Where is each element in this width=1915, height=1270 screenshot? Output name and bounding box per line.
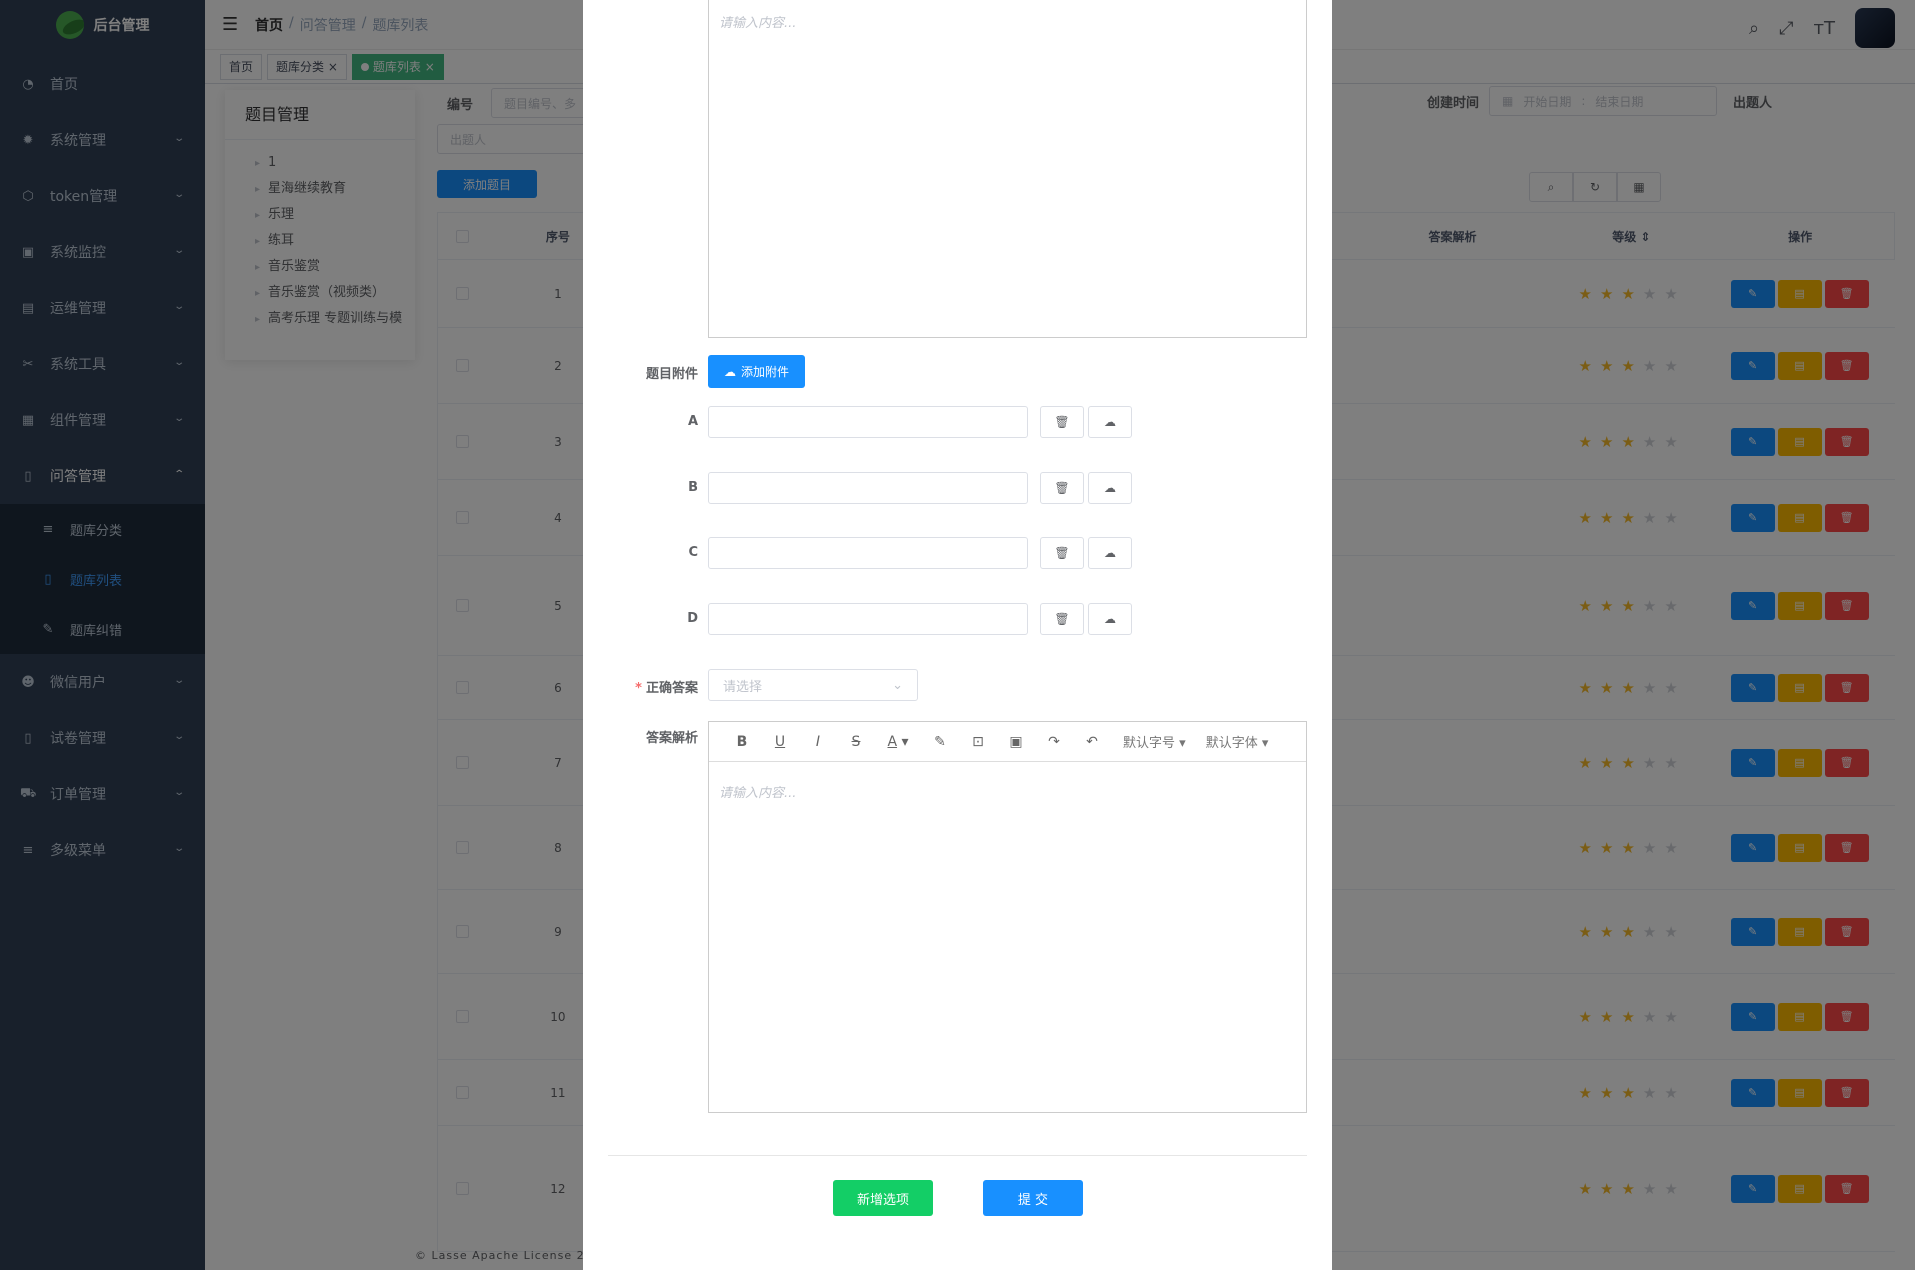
cloud-upload-icon: ☁ <box>1104 612 1116 626</box>
strikethrough-icon[interactable]: S <box>837 734 875 750</box>
option-delete-button[interactable]: 🗑 <box>1040 603 1084 635</box>
option-label: A <box>687 414 698 429</box>
image-icon[interactable]: ⊡ <box>959 734 997 750</box>
bold-icon[interactable]: B <box>723 734 761 750</box>
redo-icon[interactable]: ↷ <box>1035 734 1073 750</box>
editor-toolbar: B U I S A ▾ ✎ ⊡ ▣ ↷ ↶ 默认字号 ▾ 默认字体 ▾ <box>709 722 1306 762</box>
chevron-down-icon: ⌄ <box>892 677 903 693</box>
undo-icon[interactable]: ↶ <box>1073 734 1111 750</box>
editor-placeholder: 请输入内容... <box>719 16 797 31</box>
correct-answer-select[interactable]: 请选择 ⌄ <box>708 669 918 701</box>
option-delete-button[interactable]: 🗑 <box>1040 472 1084 504</box>
dialog-divider <box>608 1155 1307 1156</box>
option-upload-button[interactable]: ☁ <box>1088 406 1132 438</box>
option-upload-button[interactable]: ☁ <box>1088 472 1132 504</box>
italic-icon[interactable]: I <box>799 734 837 750</box>
add-attachment-button[interactable]: ☁ 添加附件 <box>708 355 805 388</box>
attachment-label: 题目附件 <box>645 367 698 382</box>
font-size-dropdown[interactable]: 默认字号 ▾ <box>1123 732 1186 751</box>
font-color-icon[interactable]: A ▾ <box>875 734 921 750</box>
option-delete-button[interactable]: 🗑 <box>1040 406 1084 438</box>
analysis-editor: B U I S A ▾ ✎ ⊡ ▣ ↷ ↶ 默认字号 ▾ 默认字体 ▾ 请输入内… <box>708 721 1307 1113</box>
font-family-dropdown[interactable]: 默认字体 ▾ <box>1206 732 1269 751</box>
option-label: C <box>688 545 698 560</box>
trash-icon: 🗑 <box>1054 481 1070 495</box>
submit-button[interactable]: 提 交 <box>983 1180 1083 1216</box>
select-placeholder: 请选择 <box>723 679 763 695</box>
option-label: B <box>688 480 698 495</box>
trash-icon: 🗑 <box>1054 546 1070 560</box>
video-icon[interactable]: ▣ <box>997 734 1035 750</box>
required-mark: * <box>635 681 642 696</box>
question-dialog: 请输入内容... 题目附件 ☁ 添加附件 A 🗑 ☁ B 🗑 ☁ C 🗑 ☁ D 🗑 ☁ * 正确答案 请… <box>583 0 1332 1270</box>
analysis-label: 答案解析 <box>645 731 698 746</box>
font-size-label: 默认字号 <box>1123 736 1176 751</box>
option-input[interactable] <box>708 537 1028 569</box>
option-label: D <box>687 611 698 626</box>
correct-answer-text: 正确答案 <box>645 681 698 696</box>
pen-icon[interactable]: ✎ <box>921 734 959 750</box>
add-option-button[interactable]: 新增选项 <box>833 1180 933 1216</box>
correct-answer-label: * 正确答案 <box>608 677 698 696</box>
option-upload-button[interactable]: ☁ <box>1088 537 1132 569</box>
cloud-upload-icon: ☁ <box>723 364 736 379</box>
analysis-placeholder[interactable]: 请输入内容... <box>709 762 1306 813</box>
option-delete-button[interactable]: 🗑 <box>1040 537 1084 569</box>
underline-icon[interactable]: U <box>761 734 799 750</box>
cloud-upload-icon: ☁ <box>1104 415 1116 429</box>
question-editor[interactable]: 请输入内容... <box>708 0 1307 338</box>
cloud-upload-icon: ☁ <box>1104 481 1116 495</box>
cloud-upload-icon: ☁ <box>1104 546 1116 560</box>
trash-icon: 🗑 <box>1054 415 1070 429</box>
option-input[interactable] <box>708 406 1028 438</box>
add-attachment-label: 添加附件 <box>740 365 789 379</box>
option-upload-button[interactable]: ☁ <box>1088 603 1132 635</box>
trash-icon: 🗑 <box>1054 612 1070 626</box>
font-family-label: 默认字体 <box>1205 736 1258 751</box>
option-input[interactable] <box>708 603 1028 635</box>
option-input[interactable] <box>708 472 1028 504</box>
